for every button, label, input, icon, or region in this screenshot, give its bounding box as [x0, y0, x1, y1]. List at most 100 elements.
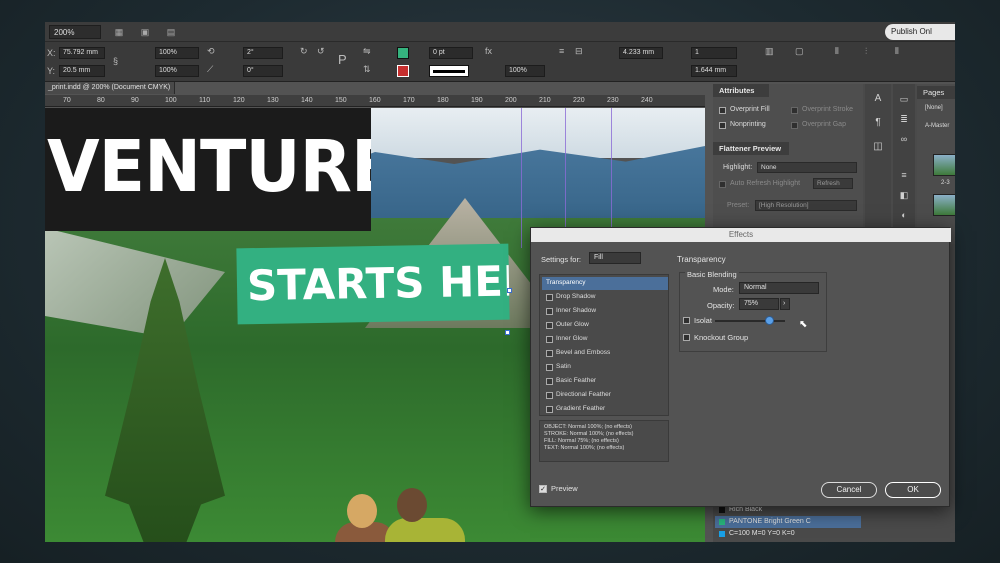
selection-handle[interactable]: [505, 330, 510, 335]
shear-field[interactable]: 0°: [243, 65, 283, 77]
effect-checkbox[interactable]: [546, 392, 553, 399]
page-thumbnail[interactable]: [933, 154, 955, 176]
color-icon[interactable]: ◐: [897, 208, 911, 222]
settings-for-select[interactable]: Fill: [589, 252, 641, 264]
frame-fitting-icon[interactable]: ▢: [795, 46, 804, 57]
scale-y-field[interactable]: 100%: [155, 65, 199, 77]
tab-attributes[interactable]: Attributes: [713, 84, 769, 97]
effect-item-directional-feather[interactable]: Directional Feather: [542, 389, 668, 402]
stroke-icon[interactable]: ≡: [897, 168, 911, 182]
preset-select[interactable]: [High Resolution]: [755, 200, 857, 211]
nonprinting-checkbox[interactable]: [719, 122, 726, 129]
pages-icon[interactable]: ▭: [897, 92, 911, 106]
constrain-proportions-icon[interactable]: §: [113, 56, 118, 66]
effect-item-basic-feather[interactable]: Basic Feather: [542, 375, 668, 388]
paragraph-styles-icon[interactable]: ¶: [871, 116, 885, 130]
document-tab[interactable]: _print.indd @ 200% (Document CMYK): [45, 82, 175, 94]
highlight-select[interactable]: None: [757, 162, 857, 173]
preview-checkbox[interactable]: ✓: [539, 485, 547, 493]
effect-item-bevel-emboss[interactable]: Bevel and Emboss: [542, 347, 668, 360]
effect-item-satin[interactable]: Satin: [542, 361, 668, 374]
blend-mode-select[interactable]: Normal: [739, 282, 819, 294]
effect-item-inner-shadow[interactable]: Inner Shadow: [542, 305, 668, 318]
opacity-field[interactable]: 100%: [505, 65, 545, 77]
swatch-row-selected[interactable]: PANTONE Bright Green C: [715, 516, 861, 528]
effect-checkbox[interactable]: [546, 294, 553, 301]
subhead-text-frame[interactable]: STARTS HERE: [236, 243, 510, 325]
rotation-field[interactable]: 2°: [243, 47, 283, 59]
page-thumbnail[interactable]: [933, 194, 955, 216]
refresh-button[interactable]: Refresh: [813, 178, 853, 189]
pages-none-master[interactable]: [None]: [925, 105, 943, 111]
distribute-icon[interactable]: ⊟: [575, 46, 583, 57]
effect-item-inner-glow[interactable]: Inner Glow: [542, 333, 668, 346]
rotate-ccw-icon[interactable]: ↺: [317, 46, 325, 57]
stroke-swatch[interactable]: [397, 65, 409, 77]
horizontal-ruler: 70 80 90 100 110 120 130 140 150 160 170…: [45, 95, 705, 107]
opacity-slider-toggle[interactable]: ›: [780, 298, 790, 310]
opacity-slider-track[interactable]: [715, 320, 785, 322]
tab-pages[interactable]: Pages: [917, 86, 955, 99]
effects-dialog: Effects Settings for: Fill Transparency …: [530, 227, 951, 507]
zoom-level-field[interactable]: 200%: [49, 24, 101, 39]
dialog-title: Effects: [531, 228, 951, 242]
scale-x-field[interactable]: 100%: [155, 47, 199, 59]
effect-checkbox[interactable]: [546, 308, 553, 315]
isolate-blending-checkbox[interactable]: [683, 317, 690, 324]
effect-checkbox[interactable]: [546, 406, 553, 413]
fx-effects-icon[interactable]: fx: [485, 46, 492, 56]
gutter-field[interactable]: 1.644 mm: [691, 65, 737, 77]
tab-flattener-preview[interactable]: Flattener Preview: [713, 142, 789, 155]
y-position-field[interactable]: 20.5 mm: [59, 65, 105, 77]
align-right-icon[interactable]: ⫴: [895, 46, 899, 57]
auto-refresh-checkbox[interactable]: [719, 181, 726, 188]
effect-checkbox[interactable]: [546, 378, 553, 385]
width-field[interactable]: 4.233 mm: [619, 47, 663, 59]
align-left-icon[interactable]: ⫴: [835, 46, 839, 57]
links-icon[interactable]: ∞: [897, 132, 911, 146]
overprint-gap-checkbox[interactable]: [791, 122, 798, 129]
opacity-input[interactable]: 75%: [739, 298, 779, 310]
character-styles-icon[interactable]: A: [871, 92, 885, 106]
stroke-weight-field[interactable]: 0 pt: [429, 47, 473, 59]
cancel-button[interactable]: Cancel: [821, 482, 877, 498]
text-wrap-icon[interactable]: ▥: [765, 46, 774, 57]
overprint-fill-checkbox[interactable]: [719, 107, 726, 114]
x-position-field[interactable]: 75.792 mm: [59, 47, 105, 59]
headline-text-frame[interactable]: VENTURE: [45, 108, 371, 231]
effect-checkbox[interactable]: [546, 350, 553, 357]
ok-button[interactable]: OK: [885, 482, 941, 498]
application-bar: 200% ▦ ▣ ▤ Publish Onl: [45, 22, 955, 42]
layers-icon[interactable]: ≣: [897, 112, 911, 126]
view-options-icon[interactable]: ▦: [111, 26, 127, 38]
screen-mode-icon[interactable]: ▣: [137, 26, 153, 38]
effect-item-transparency[interactable]: Transparency: [542, 277, 668, 290]
swatch-row[interactable]: C=100 M=0 Y=0 K=0: [715, 528, 861, 540]
effect-item-outer-glow[interactable]: Outer Glow: [542, 319, 668, 332]
pages-a-master[interactable]: A-Master: [925, 123, 949, 129]
columns-field[interactable]: 1: [691, 47, 737, 59]
effect-item-gradient-feather[interactable]: Gradient Feather: [542, 403, 668, 416]
swatches-icon[interactable]: ◧: [897, 188, 911, 202]
effect-checkbox[interactable]: [546, 336, 553, 343]
flip-vertical-icon[interactable]: ⇅: [363, 64, 371, 75]
flip-horizontal-icon[interactable]: ⇋: [363, 46, 371, 57]
opacity-slider-knob[interactable]: [765, 316, 774, 325]
effect-checkbox[interactable]: [546, 322, 553, 329]
object-styles-icon[interactable]: ◫: [871, 140, 885, 154]
selection-handle[interactable]: [507, 288, 512, 293]
effect-checkbox[interactable]: [546, 364, 553, 371]
arrange-documents-icon[interactable]: ▤: [163, 26, 179, 38]
effects-list: Transparency Drop Shadow Inner Shadow Ou…: [539, 274, 669, 416]
stroke-type-selector[interactable]: [429, 65, 469, 77]
align-center-icon[interactable]: ⫶: [865, 46, 867, 57]
rotate-cw-icon[interactable]: ↻: [300, 46, 308, 57]
publish-online-button[interactable]: Publish Onl: [885, 24, 955, 40]
select-container-icon[interactable]: P: [338, 52, 347, 67]
panel-icons-column-2: ▭ ≣ ∞ ≡ ◧ ◐ ⓘ: [893, 84, 915, 244]
align-icon[interactable]: ≡: [559, 46, 564, 56]
effect-item-drop-shadow[interactable]: Drop Shadow: [542, 291, 668, 304]
fill-swatch[interactable]: [397, 47, 409, 59]
overprint-stroke-checkbox[interactable]: [791, 107, 798, 114]
knockout-group-checkbox[interactable]: [683, 334, 690, 341]
